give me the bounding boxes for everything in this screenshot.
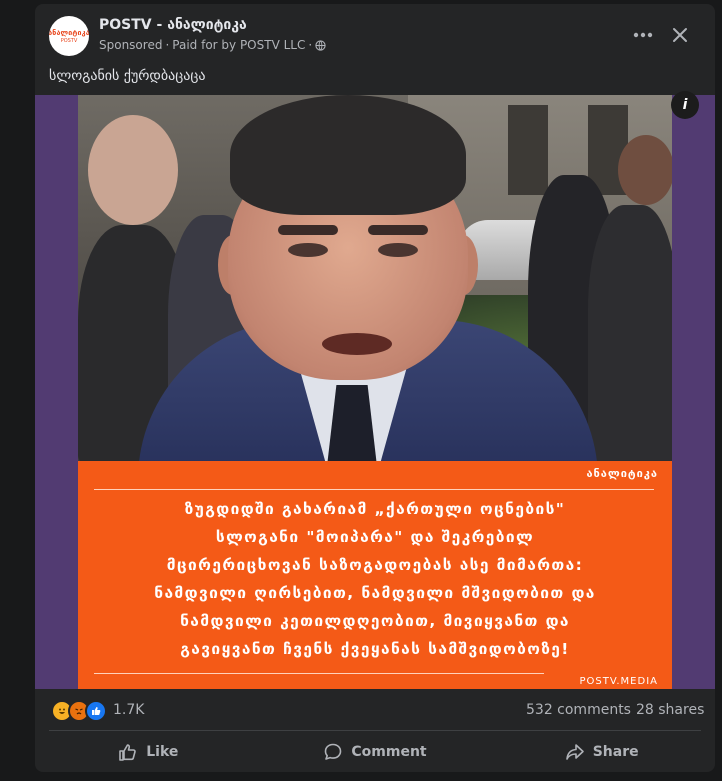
post-header: ანალიტიკა POSTV POSTV - ანალიტიკა Sponso… xyxy=(35,4,715,64)
source-label: POSTV.MEDIA xyxy=(579,676,658,687)
background-window xyxy=(508,105,548,195)
page-avatar[interactable]: ანალიტიკა POSTV xyxy=(49,16,89,56)
quote-line: მცირერიცხოვან საზოგადოებას ასე მიმართა: xyxy=(166,556,584,574)
quote-line: ნამდვილი ღირსებით, ნამდვილი მშვიდობით და xyxy=(154,584,596,602)
thumbs-up-icon xyxy=(119,744,137,761)
meta-separator: · xyxy=(308,38,313,52)
ad-info-button[interactable]: i xyxy=(671,91,699,119)
globe-icon[interactable] xyxy=(315,39,326,51)
photo-area xyxy=(78,95,672,461)
man-mouth xyxy=(322,333,392,355)
post-caption: სლოგანის ქურდბაცაცა xyxy=(49,68,206,84)
reactions-row: 1.7K 532 comments 28 shares xyxy=(35,696,715,724)
reaction-count[interactable]: 1.7K xyxy=(113,702,144,718)
avatar-logo-subtext: POSTV xyxy=(60,37,78,44)
comment-label: Comment xyxy=(351,744,427,760)
quote-line: სლოგანი "მოიპარა" და შეკრებილ xyxy=(215,528,535,546)
like-reaction-icon xyxy=(85,700,107,722)
banner-divider xyxy=(94,489,654,490)
quote-banner: ანალიტიკა ზუგდიდში გახარიამ „ქართული ოცნ… xyxy=(78,461,672,689)
more-options-button[interactable] xyxy=(628,20,658,50)
man-eyebrow xyxy=(278,225,338,235)
info-icon: i xyxy=(682,97,688,113)
more-icon xyxy=(633,32,653,38)
comment-button[interactable]: Comment xyxy=(262,734,489,770)
quote-line: გავიყვანთ ჩვენს ქვეყანას სამშვიდობოზე! xyxy=(180,640,570,658)
page-name-link[interactable]: POSTV - ანალიტიკა xyxy=(99,17,247,33)
post-meta: Sponsored · Paid for by POSTV LLC · xyxy=(99,38,326,52)
like-button[interactable]: Like xyxy=(35,734,262,770)
background-head xyxy=(618,135,672,205)
like-label: Like xyxy=(146,744,179,760)
avatar-logo-text: ანალიტიკა xyxy=(49,28,89,37)
share-arrow-icon xyxy=(565,744,584,760)
background-person xyxy=(588,205,672,461)
quote-line: ნამდვილი კეთილდღეობით, მივიყვანთ და xyxy=(180,612,570,630)
close-icon xyxy=(673,28,687,42)
share-button[interactable]: Share xyxy=(488,734,715,770)
sponsored-post-card: ანალიტიკა POSTV POSTV - ანალიტიკა Sponso… xyxy=(35,4,715,772)
actions-divider xyxy=(49,730,701,731)
shares-count[interactable]: 28 shares xyxy=(636,702,704,718)
comments-count[interactable]: 532 comments xyxy=(526,702,631,718)
man-eyebrow xyxy=(368,225,428,235)
sponsored-label[interactable]: Sponsored xyxy=(99,38,162,52)
man-eye xyxy=(378,243,418,257)
comment-bubble-icon xyxy=(325,743,342,760)
paid-for-label: Paid for by POSTV LLC xyxy=(172,38,306,52)
man-eye xyxy=(288,243,328,257)
background-head xyxy=(88,115,178,225)
banner-divider xyxy=(94,673,544,674)
post-actions: Like Comment Share xyxy=(35,734,715,770)
post-image[interactable]: i ანალიტიკა ზუგდიდში გახარიამ „ქართული ო… xyxy=(35,91,715,689)
quote-line: ზუგდიდში გახარიამ „ქართული ოცნების" xyxy=(184,500,566,518)
meta-separator: · xyxy=(165,38,170,52)
quote-text: ზუგდიდში გახარიამ „ქართული ოცნების" სლოგ… xyxy=(92,495,658,663)
banner-tag: ანალიტიკა xyxy=(586,467,658,480)
share-label: Share xyxy=(592,744,639,760)
hide-post-button[interactable] xyxy=(665,20,695,50)
reaction-icons[interactable] xyxy=(51,700,107,722)
man-hair xyxy=(230,95,466,215)
